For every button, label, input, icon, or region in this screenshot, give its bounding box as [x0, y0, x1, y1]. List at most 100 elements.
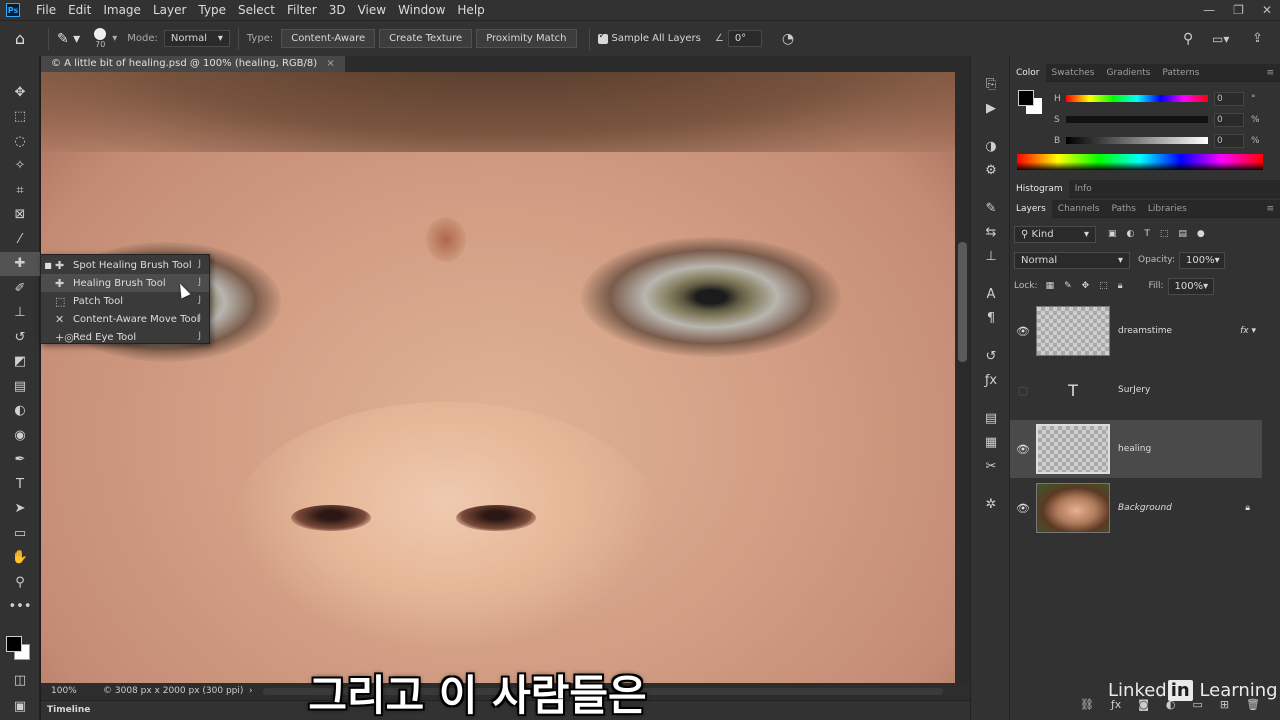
brush-settings-icon[interactable]: ✎	[971, 196, 1011, 220]
content-aware-button[interactable]: Content-Aware	[281, 29, 376, 48]
layer-name[interactable]: healing	[1118, 444, 1151, 454]
filter-smart-object-icon[interactable]: ▤	[1178, 229, 1187, 239]
filter-toggle-icon[interactable]: ●	[1197, 229, 1205, 239]
filter-kind-select[interactable]: ⚲ Kind ▾	[1014, 225, 1096, 243]
healing-tool-icon[interactable]: ✚	[0, 251, 40, 276]
saturation-slider[interactable]	[1066, 116, 1208, 123]
quick-select-tool-icon[interactable]: ✧	[0, 154, 40, 179]
tab-color[interactable]: Color	[1010, 63, 1046, 82]
gradient-tool-icon[interactable]: ▤	[0, 374, 40, 399]
layer-name[interactable]: SurJery	[1118, 385, 1150, 395]
brush-picker[interactable]: 70	[94, 28, 107, 49]
tab-info[interactable]: Info	[1069, 180, 1098, 198]
blur-tool-icon[interactable]: ◐	[0, 399, 40, 424]
history-panel-icon[interactable]: ⎘	[971, 72, 1011, 96]
restore-icon[interactable]: ❐	[1233, 0, 1244, 20]
layer-row-surjery[interactable]: ▢ T SurJery	[1010, 361, 1262, 419]
paragraph-icon[interactable]: ¶	[971, 306, 1011, 330]
scroll-thumb[interactable]	[958, 242, 967, 362]
tab-paths[interactable]: Paths	[1105, 200, 1141, 218]
lasso-tool-icon[interactable]: ◌	[0, 129, 40, 154]
menu-filter[interactable]: Filter	[281, 0, 323, 20]
minimize-icon[interactable]: —	[1203, 0, 1215, 20]
workspace-icon[interactable]: ▭▾	[1212, 32, 1229, 46]
clone-stamp-tool-icon[interactable]: ⊥	[0, 301, 40, 326]
fx-icon[interactable]: fx ▾	[1240, 326, 1256, 336]
sample-all-layers-checkbox[interactable]	[597, 31, 608, 44]
flyout-item-spot-healing[interactable]: ■ ✚ Spot Healing Brush Tool J	[41, 256, 209, 274]
angle-input[interactable]: 0°	[727, 30, 762, 47]
visibility-toggle-empty[interactable]: ▢	[1010, 384, 1036, 397]
menu-help[interactable]: Help	[451, 0, 490, 20]
visibility-eye-icon[interactable]: 👁︎	[1010, 502, 1036, 515]
layer-row-dreamstime[interactable]: 👁︎ dreamstime fx ▾	[1010, 302, 1262, 360]
navigator-icon[interactable]: ✲	[971, 492, 1011, 516]
close-icon[interactable]: ✕	[1262, 0, 1272, 20]
tab-channels[interactable]: Channels	[1052, 200, 1106, 218]
notes-icon[interactable]: ▦	[971, 430, 1011, 454]
brightness-value[interactable]: 0	[1214, 133, 1244, 148]
pressure-size-icon[interactable]: ◔	[782, 31, 794, 47]
menu-edit[interactable]: Edit	[62, 0, 97, 20]
chevron-down-icon[interactable]: ▾	[112, 33, 117, 44]
character-icon[interactable]: A	[971, 282, 1011, 306]
marquee-tool-icon[interactable]: ⬚	[0, 105, 40, 130]
foreground-color-swatch[interactable]	[1018, 90, 1034, 106]
hue-value[interactable]: 0	[1214, 91, 1244, 106]
lock-all-icon[interactable]: 🔒︎	[1118, 281, 1123, 291]
libraries-icon[interactable]: ▤	[971, 406, 1011, 430]
layer-row-healing[interactable]: 👁︎ healing	[1010, 420, 1262, 478]
tab-patterns[interactable]: Patterns	[1156, 64, 1205, 82]
image-canvas[interactable]	[41, 72, 955, 683]
flyout-item-content-aware-move[interactable]: ✕ Content-Aware Move Tool J	[41, 310, 209, 328]
fill-input[interactable]: 100% ▾	[1167, 277, 1214, 295]
clone-source-icon[interactable]: ⇆	[971, 220, 1011, 244]
history-icon[interactable]: ↺	[971, 344, 1011, 368]
create-texture-button[interactable]: Create Texture	[379, 29, 473, 48]
tool-presets-icon[interactable]: ⊥	[971, 244, 1011, 268]
zoom-tool-icon[interactable]: ⚲	[0, 570, 40, 595]
visibility-eye-icon[interactable]: 👁︎	[1010, 325, 1036, 338]
search-icon[interactable]: ⚲	[1183, 31, 1193, 47]
layer-row-background[interactable]: 👁︎ Background 🔒︎	[1010, 479, 1262, 537]
menu-type[interactable]: Type	[192, 0, 232, 20]
close-tab-icon[interactable]: ×	[326, 58, 334, 69]
foreground-color-swatch[interactable]	[6, 636, 22, 652]
vertical-scrollbar[interactable]	[955, 72, 970, 683]
menu-file[interactable]: File	[30, 0, 62, 20]
color-spectrum-ramp[interactable]	[1017, 154, 1263, 170]
home-icon[interactable]: ⌂	[0, 29, 40, 48]
document-tab[interactable]: © A little bit of healing.psd @ 100% (he…	[41, 56, 345, 72]
menu-window[interactable]: Window	[392, 0, 451, 20]
proximity-match-button[interactable]: Proximity Match	[476, 29, 577, 48]
menu-3d[interactable]: 3D	[323, 0, 352, 20]
blend-mode-select[interactable]: Normal ▾	[1014, 251, 1130, 269]
mode-select[interactable]: Normal ▾	[163, 30, 230, 47]
adjustments-icon[interactable]: ◑	[971, 134, 1011, 158]
more-tools-icon[interactable]: •••	[0, 595, 40, 620]
share-icon[interactable]: ⇪	[1252, 31, 1263, 46]
styles-fx-icon[interactable]: ƒx	[971, 368, 1011, 392]
menu-view[interactable]: View	[352, 0, 392, 20]
lock-position-icon[interactable]: ✥	[1082, 281, 1090, 291]
tab-libraries[interactable]: Libraries	[1142, 200, 1193, 218]
frame-tool-icon[interactable]: ⊠	[0, 203, 40, 228]
tab-swatches[interactable]: Swatches	[1046, 64, 1101, 82]
pen-tool-icon[interactable]: ✒	[0, 448, 40, 473]
dodge-tool-icon[interactable]: ◉	[0, 423, 40, 448]
flyout-item-red-eye[interactable]: +◎ Red Eye Tool J	[41, 328, 209, 346]
eyedropper-tool-icon[interactable]: ⁄	[0, 227, 40, 252]
move-tool-icon[interactable]: ✥	[0, 80, 40, 105]
brush-tool-icon[interactable]: ✐	[0, 276, 40, 301]
panel-menu-icon[interactable]: ≡	[1260, 64, 1280, 82]
tab-layers[interactable]: Layers	[1010, 199, 1052, 218]
path-select-tool-icon[interactable]: ➤	[0, 497, 40, 522]
history-brush-tool-icon[interactable]: ↺	[0, 325, 40, 350]
tab-histogram[interactable]: Histogram	[1010, 179, 1069, 198]
opacity-input[interactable]: 100% ▾	[1179, 251, 1225, 269]
filter-shape-icon[interactable]: ⬚	[1160, 229, 1169, 239]
link-layers-icon[interactable]: ⛓	[1080, 698, 1094, 716]
tab-gradients[interactable]: Gradients	[1101, 64, 1157, 82]
color-chips[interactable]	[6, 636, 32, 662]
hue-slider[interactable]	[1066, 95, 1208, 102]
